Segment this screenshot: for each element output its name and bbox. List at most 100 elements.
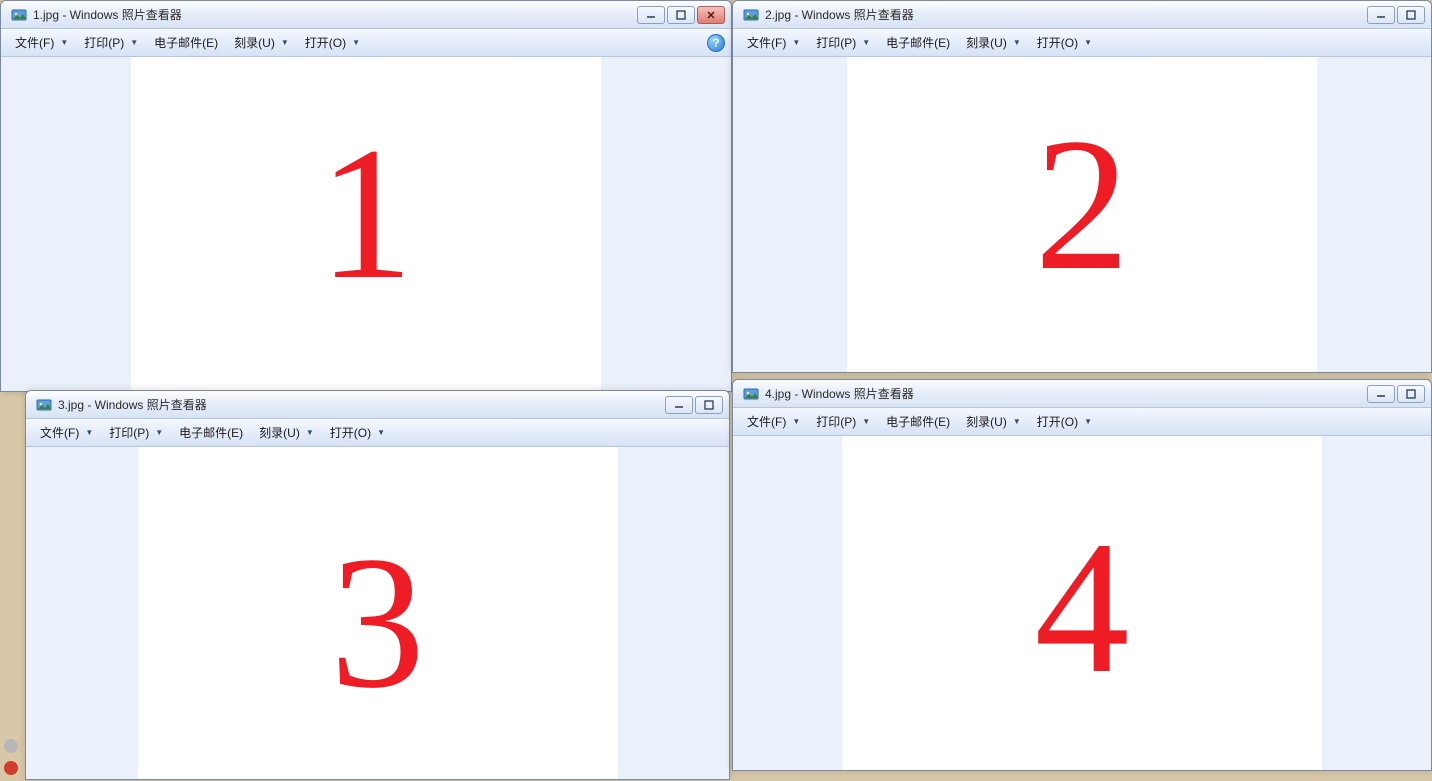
menu-burn[interactable]: 刻录(U) ▼ bbox=[958, 31, 1029, 54]
menu-burn[interactable]: 刻录(U)▼ bbox=[958, 410, 1029, 433]
image-content: 3 bbox=[330, 528, 425, 718]
menu-file-label: 文件(F) bbox=[747, 34, 786, 51]
window-title: 3.jpg - Windows 照片查看器 bbox=[58, 396, 207, 413]
chevron-down-icon: ▼ bbox=[60, 38, 68, 47]
menu-open-label: 打开(O) bbox=[330, 424, 371, 441]
menu-print-label: 打印(P) bbox=[84, 34, 124, 51]
titlebar[interactable]: 1.jpg - Windows 照片查看器 bbox=[1, 1, 731, 29]
window-title: 1.jpg - Windows 照片查看器 bbox=[33, 6, 182, 23]
help-glyph: ? bbox=[712, 36, 719, 50]
window-controls bbox=[1367, 385, 1425, 403]
menu-email[interactable]: 电子邮件(E) bbox=[878, 31, 958, 54]
menu-email[interactable]: 电子邮件(E) bbox=[171, 421, 251, 444]
menu-burn-label: 刻录(U) bbox=[966, 34, 1007, 51]
image-canvas[interactable]: 1 bbox=[1, 57, 731, 391]
chevron-down-icon: ▼ bbox=[352, 38, 360, 47]
photo-viewer-window: 1.jpg - Windows 照片查看器 文件(F) ▼ 打印(P) ▼ 电子邮件… bbox=[0, 0, 732, 392]
image-canvas[interactable]: 4 bbox=[733, 436, 1431, 770]
menu-print[interactable]: 打印(P) ▼ bbox=[101, 421, 171, 444]
app-icon bbox=[743, 386, 759, 402]
minimize-button[interactable] bbox=[1367, 6, 1395, 24]
menu-burn[interactable]: 刻录(U)▼ bbox=[251, 421, 322, 444]
menu-print-label: 打印(P) bbox=[109, 424, 149, 441]
window-controls bbox=[665, 396, 723, 414]
menu-open[interactable]: 打开(O) ▼ bbox=[322, 421, 393, 444]
menu-open[interactable]: 打开(O) ▼ bbox=[1029, 31, 1100, 54]
chevron-down-icon: ▼ bbox=[862, 38, 870, 47]
menu-email-label: 电子邮件(E) bbox=[886, 34, 950, 51]
app-icon bbox=[36, 397, 52, 413]
app-icon bbox=[743, 7, 759, 23]
image-canvas[interactable]: 2 bbox=[733, 57, 1431, 372]
chevron-down-icon: ▼ bbox=[281, 38, 289, 47]
maximize-button[interactable] bbox=[667, 6, 695, 24]
menu-email-label: 电子邮件(E) bbox=[179, 424, 243, 441]
menu-file[interactable]: 文件(F) ▼ bbox=[7, 31, 76, 54]
tray-icon bbox=[4, 739, 18, 753]
menu-burn-label: 刻录(U) bbox=[966, 413, 1007, 430]
menubar: 文件(F) ▼ 打印(P) ▼ 电子邮件(E) 刻录(U)▼ 打开(O) ▼ bbox=[26, 419, 729, 447]
photo-viewer-window: 3.jpg - Windows 照片查看器 文件(F) ▼ 打印(P) ▼ 电子邮件… bbox=[25, 390, 730, 780]
menu-open[interactable]: 打开(O) ▼ bbox=[297, 31, 368, 54]
chevron-down-icon: ▼ bbox=[792, 417, 800, 426]
image-canvas[interactable]: 3 bbox=[26, 447, 729, 779]
menu-open[interactable]: 打开(O) ▼ bbox=[1029, 410, 1100, 433]
photo-viewer-window: 4.jpg - Windows 照片查看器 文件(F)▼ 打印(P)▼ 电子邮件… bbox=[732, 379, 1432, 771]
minimize-button[interactable] bbox=[637, 6, 665, 24]
menu-print[interactable]: 打印(P)▼ bbox=[808, 410, 878, 433]
maximize-button[interactable] bbox=[1397, 6, 1425, 24]
photo-viewer-window: 2.jpg - Windows 照片查看器 文件(F) ▼ 打印(P) ▼ 电子邮件… bbox=[732, 0, 1432, 373]
minimize-button[interactable] bbox=[1367, 385, 1395, 403]
menubar: 文件(F) ▼ 打印(P)▼ 电子邮件(E) 刻录(U)▼ 打开(O) ▼ bbox=[733, 408, 1431, 436]
menu-print[interactable]: 打印(P) ▼ bbox=[76, 31, 146, 54]
image-page: 3 bbox=[138, 447, 618, 779]
menu-file[interactable]: 文件(F) ▼ bbox=[32, 421, 101, 444]
window-title: 2.jpg - Windows 照片查看器 bbox=[765, 6, 914, 23]
tray-icon bbox=[4, 761, 18, 775]
image-page: 1 bbox=[131, 57, 601, 391]
menu-print-label: 打印(P) bbox=[816, 34, 856, 51]
titlebar[interactable]: 3.jpg - Windows 照片查看器 bbox=[26, 391, 729, 419]
minimize-button[interactable] bbox=[665, 396, 693, 414]
menu-burn-label: 刻录(U) bbox=[234, 34, 275, 51]
window-controls bbox=[1367, 6, 1425, 24]
app-icon bbox=[11, 7, 27, 23]
chevron-down-icon: ▼ bbox=[155, 428, 163, 437]
menu-open-label: 打开(O) bbox=[1037, 34, 1078, 51]
chevron-down-icon: ▼ bbox=[792, 38, 800, 47]
image-page: 4 bbox=[842, 436, 1322, 770]
close-button[interactable] bbox=[697, 6, 725, 24]
menu-file-label: 文件(F) bbox=[40, 424, 79, 441]
menu-print[interactable]: 打印(P) ▼ bbox=[808, 31, 878, 54]
menu-print-label: 打印(P) bbox=[816, 413, 856, 430]
menu-open-label: 打开(O) bbox=[1037, 413, 1078, 430]
chevron-down-icon: ▼ bbox=[1084, 417, 1092, 426]
menu-email[interactable]: 电子邮件(E) bbox=[878, 410, 958, 433]
chevron-down-icon: ▼ bbox=[1084, 38, 1092, 47]
menu-file-label: 文件(F) bbox=[747, 413, 786, 430]
window-controls bbox=[637, 6, 725, 24]
chevron-down-icon: ▼ bbox=[130, 38, 138, 47]
menu-file-label: 文件(F) bbox=[15, 34, 54, 51]
menu-open-label: 打开(O) bbox=[305, 34, 346, 51]
menubar: 文件(F) ▼ 打印(P) ▼ 电子邮件(E) 刻录(U) ▼ 打开(O) ▼ ? bbox=[1, 29, 731, 57]
maximize-button[interactable] bbox=[695, 396, 723, 414]
titlebar[interactable]: 4.jpg - Windows 照片查看器 bbox=[733, 380, 1431, 408]
menu-file[interactable]: 文件(F) ▼ bbox=[739, 410, 808, 433]
menu-burn[interactable]: 刻录(U) ▼ bbox=[226, 31, 297, 54]
chevron-down-icon: ▼ bbox=[306, 428, 314, 437]
titlebar[interactable]: 2.jpg - Windows 照片查看器 bbox=[733, 1, 1431, 29]
image-content: 2 bbox=[1035, 110, 1130, 300]
image-content: 4 bbox=[1035, 513, 1130, 703]
image-page: 2 bbox=[847, 57, 1317, 372]
menu-email[interactable]: 电子邮件(E) bbox=[146, 31, 226, 54]
menu-file[interactable]: 文件(F) ▼ bbox=[739, 31, 808, 54]
chevron-down-icon: ▼ bbox=[1013, 38, 1021, 47]
chevron-down-icon: ▼ bbox=[85, 428, 93, 437]
help-icon[interactable]: ? bbox=[707, 34, 725, 52]
menu-email-label: 电子邮件(E) bbox=[886, 413, 950, 430]
chevron-down-icon: ▼ bbox=[377, 428, 385, 437]
menubar: 文件(F) ▼ 打印(P) ▼ 电子邮件(E) 刻录(U) ▼ 打开(O) ▼ bbox=[733, 29, 1431, 57]
window-title: 4.jpg - Windows 照片查看器 bbox=[765, 385, 914, 402]
maximize-button[interactable] bbox=[1397, 385, 1425, 403]
